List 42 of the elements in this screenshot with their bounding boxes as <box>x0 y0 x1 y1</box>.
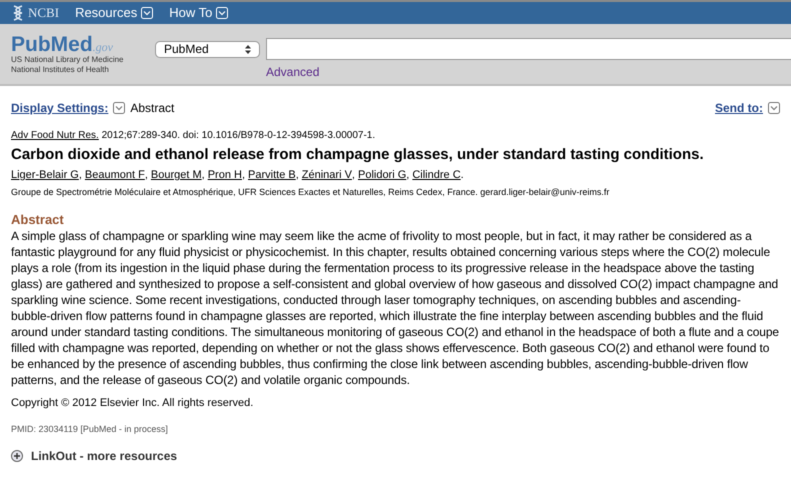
pmid-text: PMID: 23034119 [PubMed - in process] <box>11 423 169 435</box>
menu-item[interactable]: Resources <box>75 3 138 23</box>
copyright-text: Copyright © 2012 Elsevier Inc. All rights reserved. <box>11 396 254 410</box>
linkout-link[interactable]: LinkOut - more resources <box>31 447 178 465</box>
dna-logo-icon <box>12 5 24 21</box>
separator: , <box>202 168 205 182</box>
author-link[interactable]: Pron H <box>208 168 242 182</box>
author-link[interactable]: Cilindre C <box>412 168 461 182</box>
database-select[interactable]: PubMed <box>155 40 260 58</box>
author-link[interactable]: Liger-Belair G <box>11 168 79 182</box>
dropdown-icon[interactable] <box>113 102 126 114</box>
search-field[interactable] <box>266 38 791 60</box>
menu-item[interactable]: How To <box>169 3 212 23</box>
author-link[interactable]: Zéninari V <box>302 168 352 182</box>
author-link[interactable]: Beaumont F <box>84 168 145 182</box>
author-link[interactable]: Polidori G <box>358 168 406 182</box>
author-link[interactable]: Bourget M <box>150 168 202 182</box>
affiliation: Groupe de Spectrométrie Moléculaire et Atmosphérique, UFR Sciences Exactes et Naturelles, Reims Cedex, France. gerard.liger-belair@univ-reims.fr <box>11 186 610 198</box>
separator: , <box>352 168 355 182</box>
abstract-heading: Abstract <box>11 212 65 228</box>
ncbi-logo[interactable]: NCBI <box>28 3 60 23</box>
display-settings-link[interactable]: Display Settings: <box>11 99 108 117</box>
dropdown-icon[interactable] <box>768 102 780 114</box>
citation-details: 2012;67:289-340. doi: 10.1016/B978-0-12-394598-3.00007-1. <box>102 130 376 141</box>
expand-icon[interactable] <box>11 450 23 462</box>
separator: . <box>460 168 464 182</box>
author-link[interactable]: Parvitte B <box>248 168 296 182</box>
send-to-link[interactable]: Send to: <box>715 99 763 117</box>
separator: , <box>78 168 82 182</box>
updown-icon <box>245 44 251 54</box>
article-title: Carbon dioxide and ethanol release from champagne glasses, under standard tasting conditions. <box>11 146 705 164</box>
advanced-link[interactable]: Advanced <box>266 63 320 81</box>
separator: , <box>296 168 299 182</box>
journal-link[interactable]: Adv Food Nutr Res. <box>11 130 99 141</box>
org-name: National Institutes of Health <box>11 65 110 75</box>
org-name: US National Library of Medicine <box>11 55 124 65</box>
separator: , <box>242 168 246 182</box>
separator: , <box>144 168 148 182</box>
pubmed-logo[interactable]: PubMed.gov <box>11 34 155 55</box>
separator: , <box>406 168 410 182</box>
abstract-text: A simple glass of champagne or sparkling wine may seem like the acme of frivolity to most people, but in fact, it may rather be considered as a fantastic playground for any fluid physicist or physicochemist. In this chapter, results obtained concerning various steps where the CO(2) molecule plays a role (from its ingestion in the liquid phase during the fermentation process to its progressive release in the headspace above the tasting glass) are gathered and synthesized to propose a self-consistent and global overview of how gaseous and dissolved CO(2) impact champagne and sparkling wine science. Some recent investigations, conducted through laser tomography techniques, on ascending bubbles and ascending-bubble-driven flow patterns found in champagne glasses are reported, which illustrate the fine interplay between ascending bubbles and the fluid around under standard tasting conditions. The simultaneous monitoring of gaseous CO(2) and ethanol in the headspace of both a flute and a coupe filled with champagne was reported, depending on whether or not the glass shows effervescence. Both gaseous CO(2) and ethanol were found to be enhanced by the presence of ascending bubbles, thus confirming the close link between ascending bubbles, ascending-bubble-driven flow patterns, and the release of gaseous CO(2) and volatile organic compounds. <box>11 228 780 388</box>
format-label: Abstract <box>130 100 174 117</box>
